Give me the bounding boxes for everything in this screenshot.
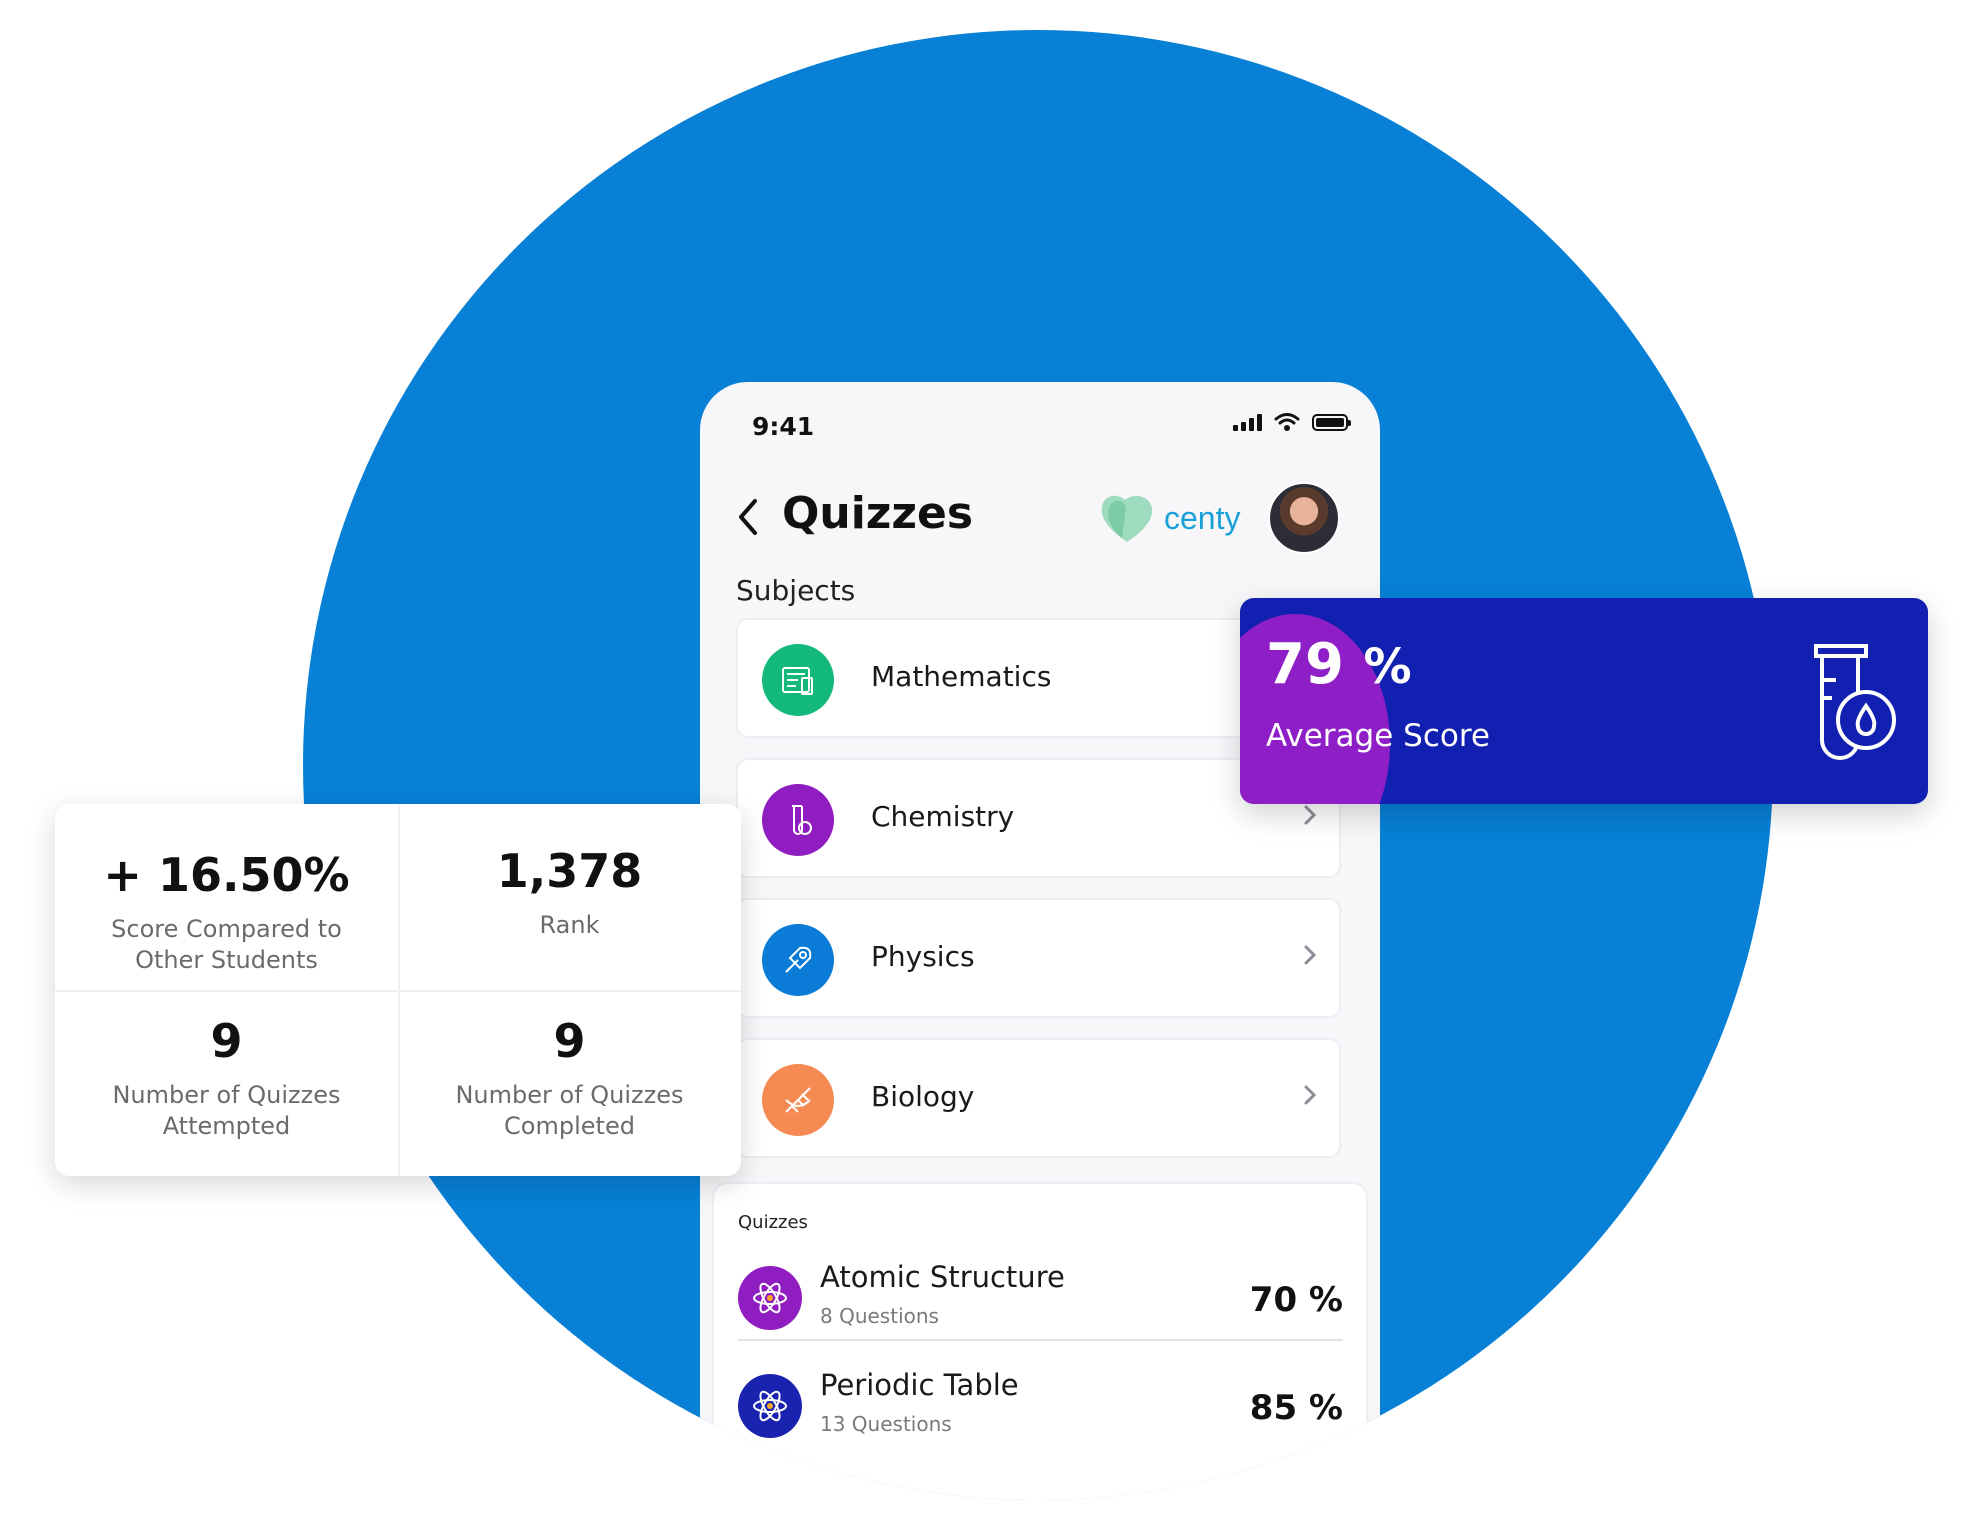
quizzes-heading: Quizzes: [738, 1212, 808, 1233]
back-button[interactable]: [728, 492, 768, 542]
math-icon: [762, 644, 834, 716]
chevron-right-icon: [1304, 945, 1317, 965]
avatar[interactable]: [1268, 482, 1340, 554]
stats-card: + 16.50% Score Compared to Other Student…: [55, 804, 741, 1176]
average-score-card: 79 % Average Score: [1240, 598, 1928, 804]
subject-label: Chemistry: [871, 800, 1015, 833]
chevron-left-icon: [739, 499, 757, 535]
stat-score-compared: + 16.50% Score Compared to Other Student…: [55, 848, 398, 976]
average-score-unit: %: [1363, 639, 1412, 695]
stat-label: Number of Quizzes Completed: [455, 1081, 684, 1140]
brand-logo: centy: [1098, 492, 1240, 544]
chevron-right-icon: [1304, 1085, 1317, 1105]
flask-icon: [762, 784, 834, 856]
chevron-right-icon: [1304, 805, 1317, 825]
quiz-score: 85 %: [1249, 1388, 1343, 1428]
stat-label: Rank: [539, 911, 600, 939]
quiz-question-count: 13 Questions: [820, 1412, 952, 1436]
header: Quizzes centy: [700, 482, 1380, 562]
stat-label: Number of Quizzes Attempted: [112, 1081, 341, 1140]
dna-icon: [762, 1064, 834, 1136]
page-title: Quizzes: [782, 488, 974, 539]
subjects-heading: Subjects: [736, 574, 856, 607]
rocket-icon: [762, 924, 834, 996]
quiz-title: Atomic Structure: [820, 1260, 1065, 1294]
subject-item-physics[interactable]: Physics: [736, 898, 1341, 1018]
signal-icon: [1233, 413, 1262, 431]
stat-value: + 16.50%: [103, 848, 350, 902]
subject-label: Physics: [871, 940, 975, 973]
divider: [738, 1339, 1343, 1341]
divider: [55, 990, 741, 992]
average-score-value: 79 %: [1266, 632, 1412, 697]
battery-icon: [1312, 413, 1351, 431]
phone-screen: 9:41 Quizzes centy Subjects Mathematics …: [700, 382, 1380, 1500]
status-time: 9:41: [752, 412, 815, 441]
subject-label: Mathematics: [871, 660, 1052, 693]
quizzes-panel: Quizzes Atomic Structure 8 Questions 70 …: [712, 1182, 1368, 1500]
heart-logo-icon: [1101, 495, 1153, 542]
stat-label: Score Compared to Other Students: [111, 915, 342, 974]
atom-icon: [738, 1374, 802, 1438]
status-icons: [1233, 412, 1351, 432]
average-score-label: Average Score: [1266, 718, 1490, 754]
quiz-score: 70 %: [1249, 1280, 1343, 1320]
quiz-question-count: 8 Questions: [820, 1304, 939, 1328]
quiz-item-atomic-structure[interactable]: Atomic Structure 8 Questions 70 %: [738, 1248, 1343, 1358]
brand-name: centy: [1164, 499, 1241, 536]
stat-quizzes-completed: 9 Number of Quizzes Completed: [398, 1014, 741, 1142]
subject-label: Biology: [871, 1080, 975, 1113]
stat-rank: 1,378 Rank: [398, 844, 741, 941]
status-bar: 9:41: [700, 382, 1380, 472]
stat-value: 9: [553, 1014, 586, 1068]
wifi-icon: [1274, 413, 1300, 431]
average-score-number: 79: [1266, 632, 1344, 697]
quiz-item-periodic-table[interactable]: Periodic Table 13 Questions 85 %: [738, 1356, 1343, 1466]
test-tube-icon: [1814, 644, 1896, 760]
stat-value: 9: [210, 1014, 243, 1068]
stat-quizzes-attempted: 9 Number of Quizzes Attempted: [55, 1014, 398, 1142]
stat-value: 1,378: [496, 844, 643, 898]
subject-item-biology[interactable]: Biology: [736, 1038, 1341, 1158]
atom-icon: [738, 1266, 802, 1330]
quiz-title: Periodic Table: [820, 1368, 1019, 1402]
